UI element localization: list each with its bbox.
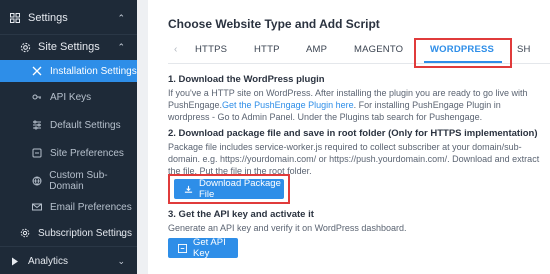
sidebar-item-api-keys[interactable]: API Keys (0, 86, 137, 108)
tab-https[interactable]: HTTPS (195, 44, 227, 55)
step2-title: 2. Download package file and save in roo… (168, 128, 538, 139)
sidebar-item-label: Custom Sub-Domain (49, 170, 108, 192)
sidebar-item-email-preferences[interactable]: Email Preferences (0, 196, 137, 218)
key-box-icon (178, 243, 187, 253)
step2-text: Package file includes service-worker.js … (168, 142, 540, 176)
gear-icon (18, 228, 32, 238)
sidebar-item-label: API Keys (50, 91, 92, 103)
tab-sh[interactable]: SH (517, 44, 531, 55)
download-package-button[interactable]: Download Package File (174, 178, 284, 200)
chevron-down-icon: ⌄ (117, 227, 125, 238)
tab-magento[interactable]: MAGENTO (354, 44, 403, 55)
chevron-left-icon[interactable]: ‹ (174, 44, 177, 55)
sidebar-item-label: Site Preferences (50, 147, 124, 159)
divider (0, 246, 137, 247)
tab-amp[interactable]: AMP (306, 44, 327, 55)
sidebar-item-default-settings[interactable]: Default Settings (0, 114, 137, 136)
step1-title: 1. Download the WordPress plugin (168, 74, 325, 85)
page-title: Choose Website Type and Add Script (168, 17, 380, 31)
envelope-icon (30, 202, 44, 212)
download-icon (184, 185, 193, 194)
play-icon (8, 257, 22, 266)
sidebar-item-site-preferences[interactable]: Site Preferences (0, 142, 137, 164)
sidebar-item-settings[interactable]: Settings ⌃ (0, 2, 137, 34)
website-type-tabs: ‹ HTTPS HTTP AMP MAGENTO WORDPRESS SH (168, 38, 550, 68)
get-api-key-button[interactable]: Get API Key (168, 237, 238, 259)
sidebar-item-label: Settings (28, 12, 68, 24)
sidebar-item-installation-settings[interactable]: Installation Settings (0, 60, 137, 82)
divider (0, 34, 137, 35)
main-panel: Choose Website Type and Add Script ‹ HTT… (148, 0, 550, 274)
tab-http[interactable]: HTTP (254, 44, 280, 55)
sidebar-item-label: Default Settings (50, 119, 121, 131)
chevron-down-icon: ⌄ (117, 255, 125, 266)
sidebar-item-subscription-settings[interactable]: Subscription Settings ⌄ (0, 222, 137, 244)
plugin-link[interactable]: Get the PushEngage Plugin here (222, 100, 354, 110)
key-icon (30, 92, 44, 102)
chevron-up-icon: ⌃ (117, 12, 125, 23)
step1-text: If you've a HTTP site on WordPress. Afte… (168, 87, 543, 123)
settings-grid-icon (8, 13, 22, 23)
step3-title: 3. Get the API key and activate it (168, 209, 314, 220)
step3-text: Generate an API key and verify it on Wor… (168, 223, 407, 233)
sidebar: Settings ⌃ Site Settings ⌃ Installation … (0, 0, 137, 274)
sidebar-item-label: Analytics (28, 255, 69, 267)
tools-icon (30, 66, 44, 76)
sidebar-item-site-settings[interactable]: Site Settings ⌃ (0, 36, 137, 58)
globe-icon (30, 176, 43, 186)
gear-icon (18, 42, 32, 53)
sidebar-item-analytics[interactable]: Analytics ⌄ (0, 248, 137, 274)
button-label: Download Package File (199, 178, 281, 200)
button-label: Get API Key (193, 237, 226, 259)
highlight-box (414, 38, 512, 68)
preferences-icon (30, 148, 44, 158)
sidebar-item-label: Email Preferences (50, 201, 132, 213)
sidebar-item-custom-sub-domain[interactable]: Custom Sub-Domain (0, 170, 137, 192)
sidebar-item-label: Installation Settings (50, 65, 137, 77)
sidebar-item-label: Site Settings (38, 41, 100, 53)
sliders-icon (30, 120, 44, 130)
chevron-up-icon: ⌃ (117, 41, 125, 52)
